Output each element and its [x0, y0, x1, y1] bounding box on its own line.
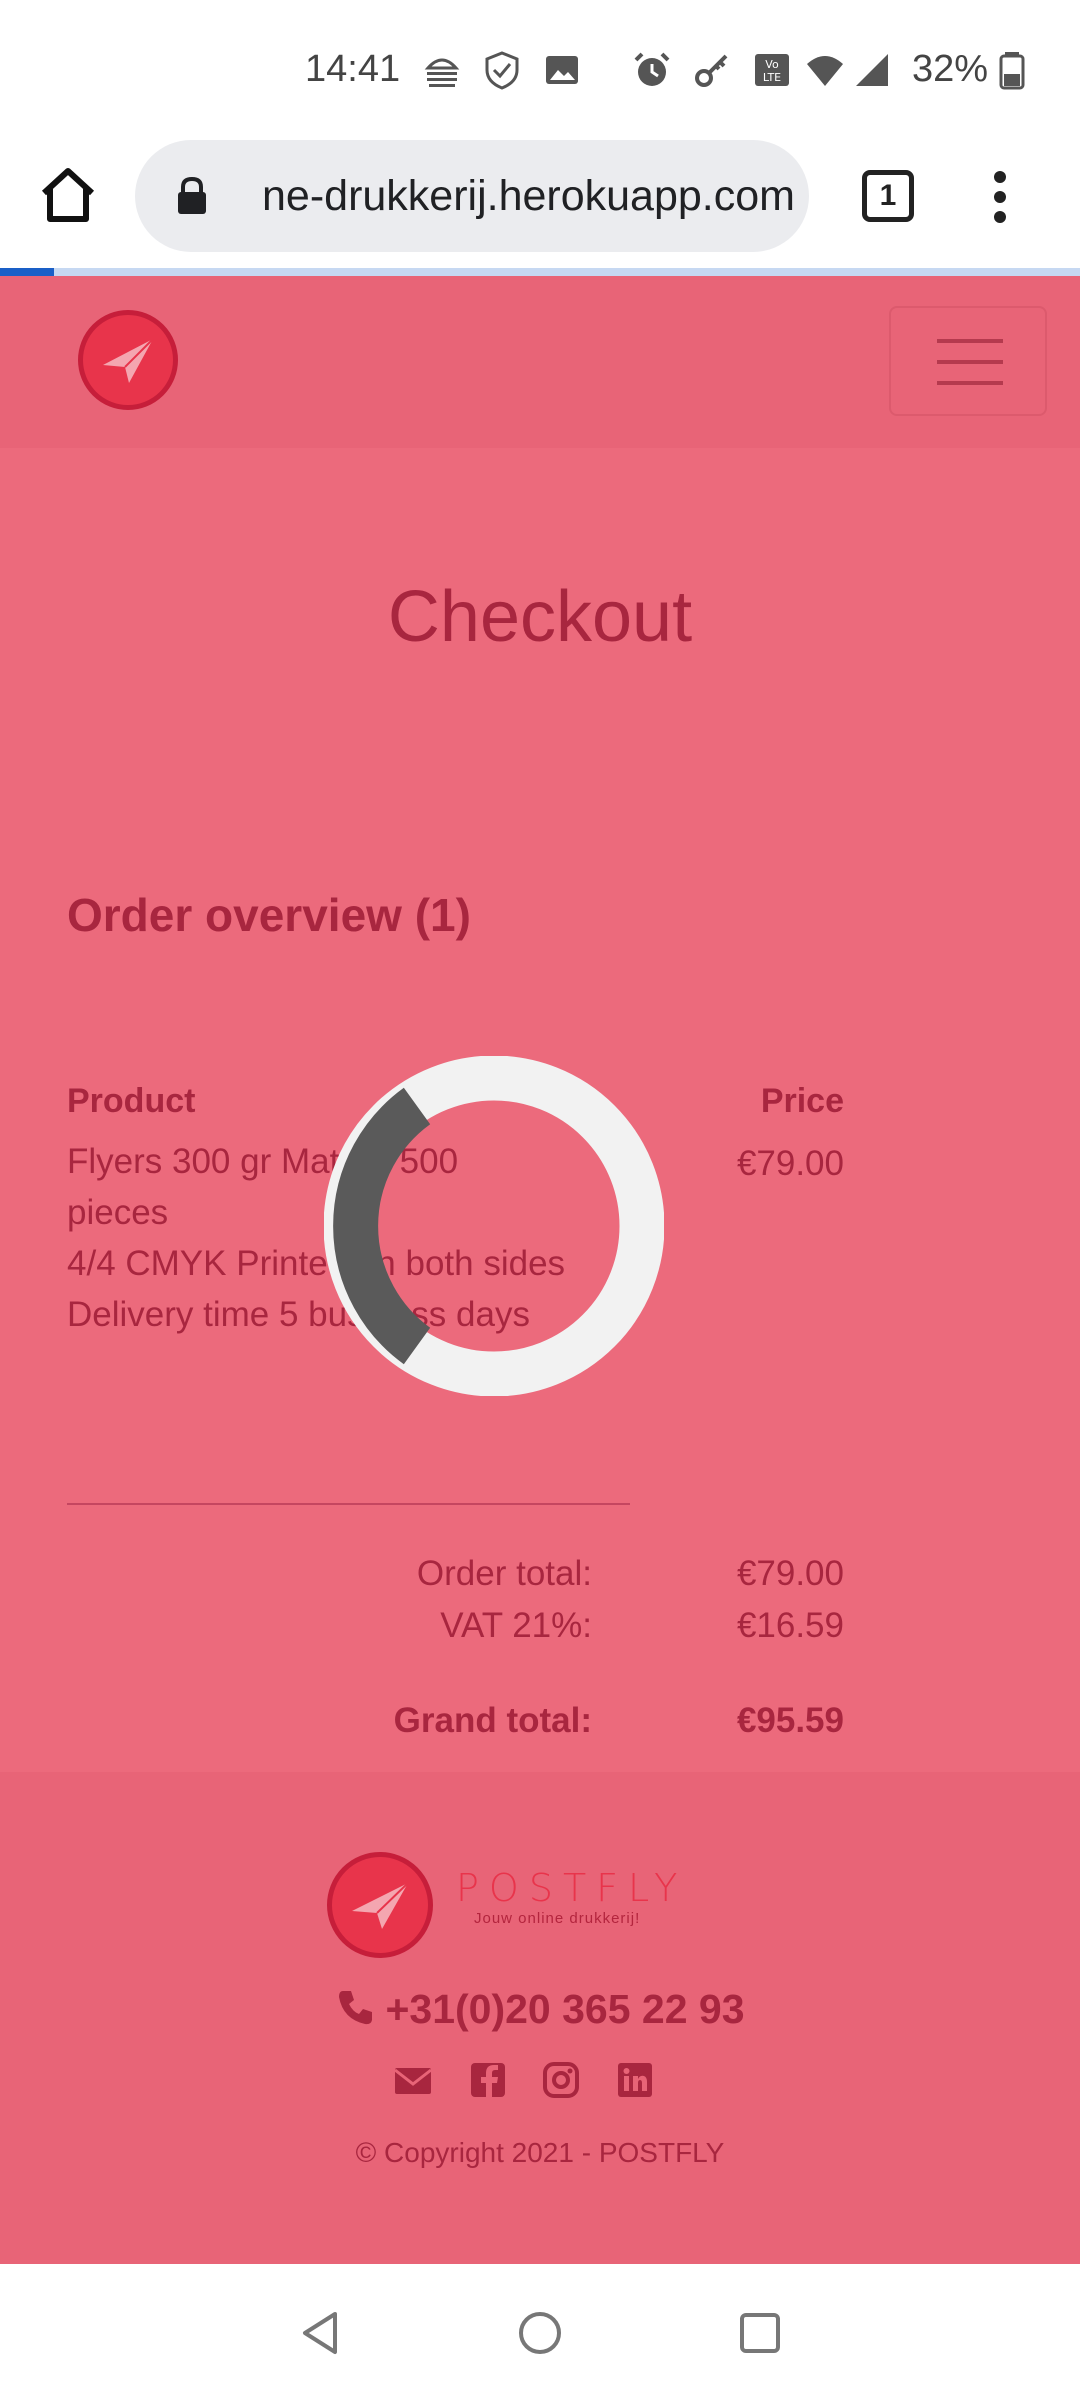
alarm-icon [634, 52, 670, 86]
paper-plane-icon [103, 338, 154, 383]
social-links [393, 2060, 683, 2104]
price-column-header: Price [760, 1082, 844, 1120]
site-navbar [0, 276, 1080, 448]
envelope-icon[interactable] [393, 2060, 433, 2100]
home-circle-icon[interactable] [515, 2308, 565, 2358]
page-title: Checkout [387, 577, 693, 657]
facebook-icon[interactable] [468, 2060, 508, 2100]
page-content: Checkout Order overview (1) Product Pric… [0, 276, 1080, 2264]
instagram-icon[interactable] [541, 2060, 581, 2100]
postfly-logo[interactable] [78, 310, 178, 410]
lock-icon [178, 176, 206, 214]
summary-divider [67, 1503, 630, 1505]
status-time: 14:41 [305, 48, 401, 90]
browser-toolbar: ne-drukkerij.herokuapp.com 1 [0, 135, 1080, 270]
vat-label: VAT 21%: [440, 1606, 592, 1645]
page-load-progress-fill [0, 268, 54, 276]
brand-name: POSTFLY [456, 1866, 688, 1910]
signal-icon [856, 54, 888, 86]
address-bar[interactable]: ne-drukkerij.herokuapp.com [135, 140, 809, 252]
url-text: ne-drukkerij.herokuapp.com [262, 172, 795, 220]
brand-tagline: Jouw online drukkerij! [474, 1910, 641, 1927]
vat-value: €16.59 [736, 1606, 844, 1645]
site-footer: POSTFLY Jouw online drukkerij! +31(0)20 … [0, 1772, 1080, 2264]
grand-total-value: €95.59 [736, 1701, 844, 1740]
product-column-header: Product [67, 1082, 196, 1120]
more-menu-icon[interactable] [985, 165, 1015, 235]
recents-icon[interactable] [735, 2308, 785, 2358]
paper-plane-icon [352, 1882, 409, 1929]
phone-icon [339, 1991, 373, 2025]
grand-total-label: Grand total: [393, 1701, 592, 1740]
page-load-progress [0, 268, 1080, 276]
svg-text:LTE: LTE [763, 71, 781, 84]
order-total-value: €79.00 [736, 1554, 844, 1593]
tab-switcher-button[interactable]: 1 [862, 170, 914, 222]
phone-number: +31(0)20 365 22 93 [385, 1986, 745, 2032]
linkedin-icon[interactable] [615, 2060, 655, 2100]
footer-logo [327, 1852, 433, 1958]
battery-percent: 32% [912, 48, 989, 90]
back-icon[interactable] [295, 2308, 345, 2358]
order-item-price: €79.00 [736, 1144, 844, 1183]
wifi-icon [807, 56, 843, 86]
android-navigation-bar [0, 2264, 1080, 2400]
phone-contact[interactable]: +31(0)20 365 22 93 [0, 1986, 1080, 2033]
navbar-toggle-button[interactable] [889, 306, 1047, 416]
image-icon [546, 56, 578, 84]
key-icon [695, 54, 728, 87]
order-overview-title: Order overview (1) [67, 889, 471, 941]
order-total-label: Order total: [416, 1554, 592, 1593]
home-icon[interactable] [38, 165, 98, 225]
burger-app-icon [424, 58, 460, 87]
copyright-text: © Copyright 2021 - POSTFLY [355, 2137, 725, 2168]
svg-text:Vo: Vo [765, 58, 779, 71]
shield-icon [485, 51, 519, 90]
status-bar: 14:41 Vo LTE 32% [0, 0, 1080, 135]
volte-icon: VoLTE [755, 54, 789, 86]
loading-spinner [324, 1056, 664, 1396]
battery-icon [999, 52, 1025, 90]
